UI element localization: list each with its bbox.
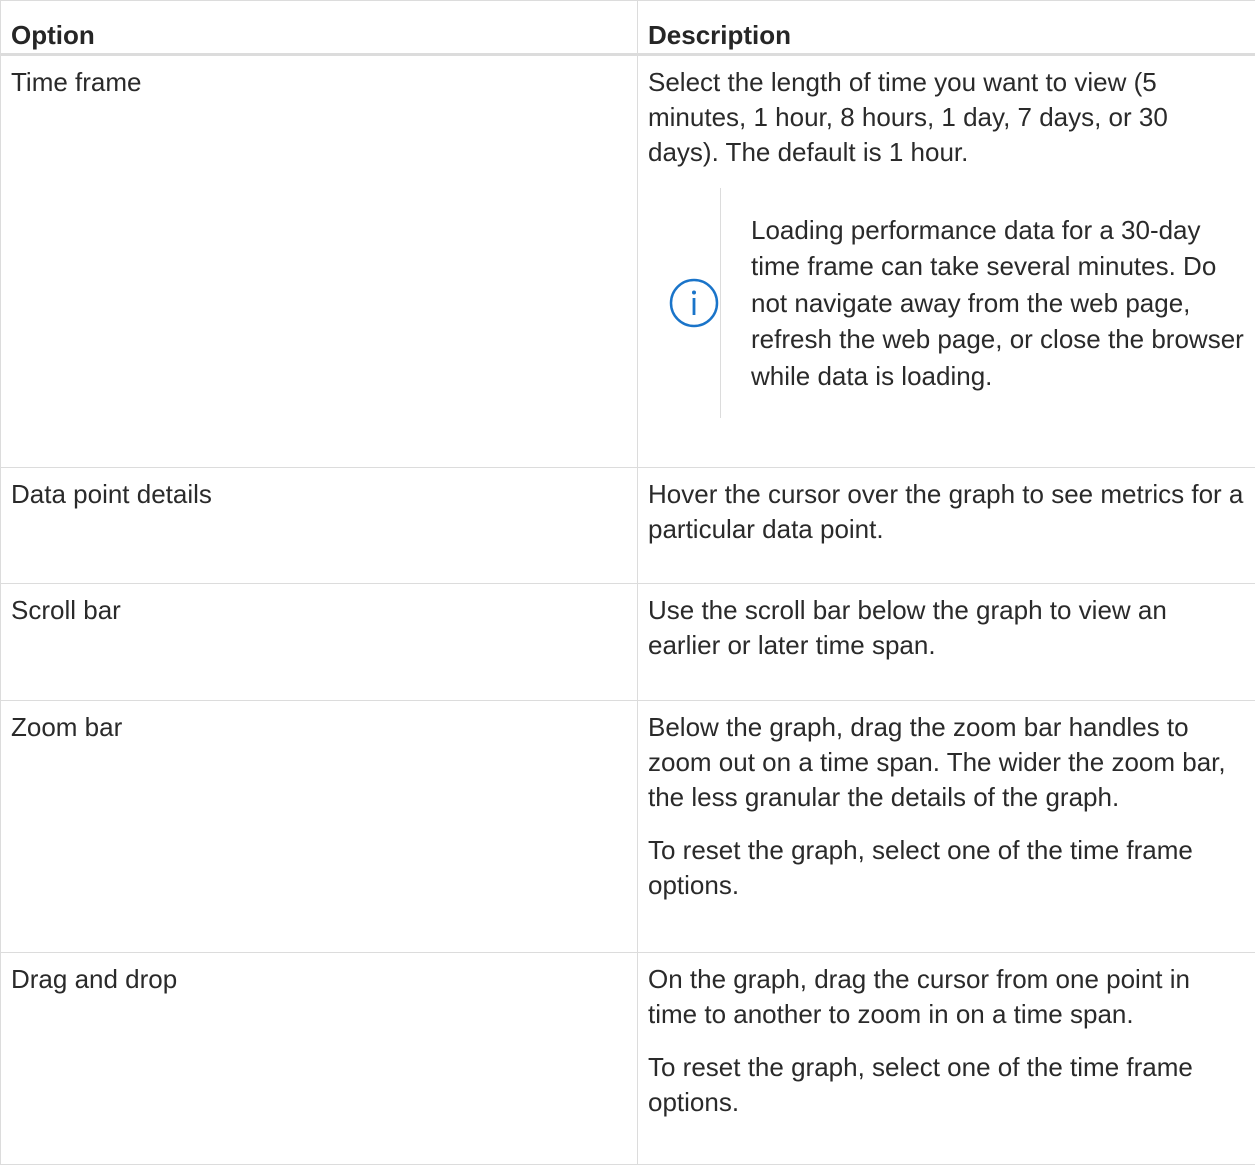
option-cell: Data point details bbox=[0, 467, 638, 584]
header-option: Option bbox=[0, 0, 638, 56]
description-cell: On the graph, drag the cursor from one p… bbox=[637, 952, 1255, 1165]
table-row: Scroll bar Use the scroll bar below the … bbox=[0, 583, 1255, 701]
description-cell: Use the scroll bar below the graph to vi… bbox=[637, 583, 1255, 701]
description-cell: Hover the cursor over the graph to see m… bbox=[637, 467, 1255, 584]
info-note: Loading performance data for a 30-day ti… bbox=[648, 188, 1245, 418]
table-row: Data point details Hover the cursor over… bbox=[0, 467, 1255, 584]
description-paragraph: Below the graph, drag the zoom bar handl… bbox=[648, 712, 1226, 812]
description-paragraph: To reset the graph, select one of the ti… bbox=[648, 835, 1193, 900]
info-icon bbox=[669, 278, 719, 328]
description-cell: Select the length of time you want to vi… bbox=[637, 54, 1255, 468]
option-cell: Time frame bbox=[0, 54, 638, 468]
description-paragraph: Use the scroll bar below the graph to vi… bbox=[648, 595, 1167, 660]
options-table: Option Description Time frame Select the… bbox=[0, 0, 1255, 1165]
description-paragraph: On the graph, drag the cursor from one p… bbox=[648, 964, 1190, 1029]
table-row: Drag and drop On the graph, drag the cur… bbox=[0, 952, 1255, 1165]
description-cell: Below the graph, drag the zoom bar handl… bbox=[637, 700, 1255, 953]
note-icon-container bbox=[648, 188, 721, 418]
note-text: Loading performance data for a 30-day ti… bbox=[751, 214, 1244, 391]
table-header-row: Option Description bbox=[0, 0, 1255, 56]
option-cell: Zoom bar bbox=[0, 700, 638, 953]
table-row: Time frame Select the length of time you… bbox=[0, 54, 1255, 468]
description-paragraph: To reset the graph, select one of the ti… bbox=[648, 1052, 1193, 1117]
table-row: Zoom bar Below the graph, drag the zoom … bbox=[0, 700, 1255, 953]
option-cell: Drag and drop bbox=[0, 952, 638, 1165]
description-paragraph: Select the length of time you want to vi… bbox=[648, 67, 1168, 167]
description-paragraph: Hover the cursor over the graph to see m… bbox=[648, 479, 1244, 544]
header-description: Description bbox=[637, 0, 1255, 56]
option-cell: Scroll bar bbox=[0, 583, 638, 701]
